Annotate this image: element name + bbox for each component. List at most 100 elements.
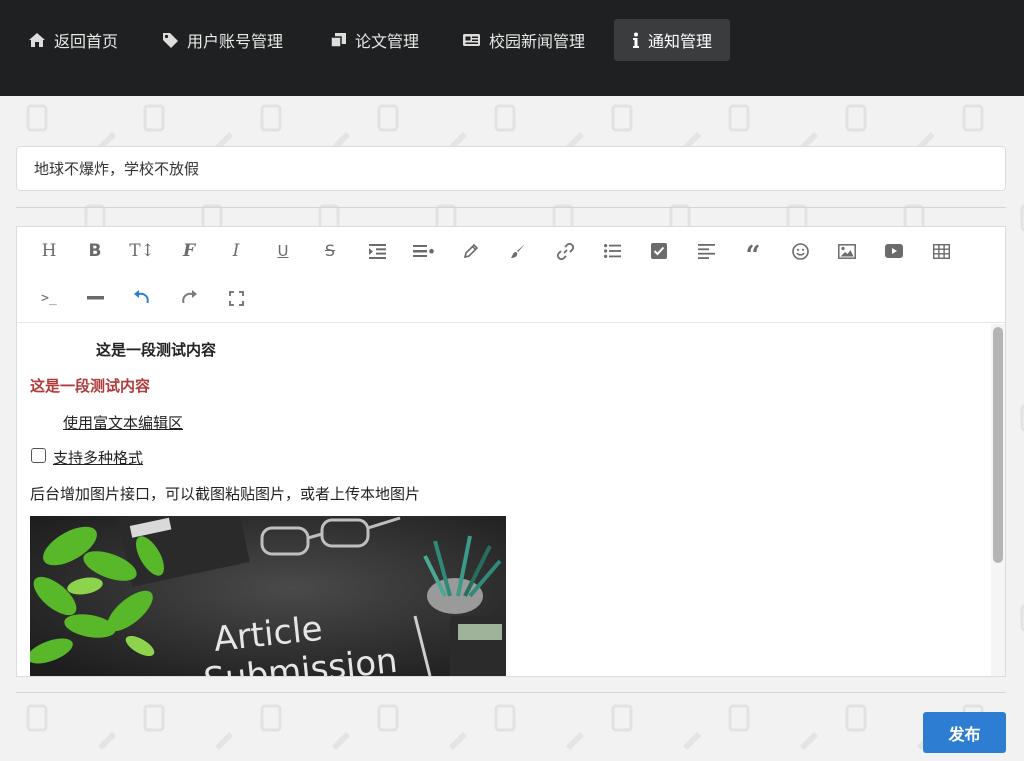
pattern-tablet-icon — [494, 704, 516, 732]
checkbox-icon — [651, 243, 667, 259]
nav-campus-news-label: 校园新闻管理 — [489, 32, 586, 51]
font-family-button[interactable]: F — [174, 236, 204, 266]
content-line-todo: 支持多种格式 — [53, 449, 144, 467]
text-size-icon: T↕ — [129, 240, 155, 261]
publish-button[interactable]: 发布 — [923, 712, 1006, 753]
editor-scrollbar-thumb[interactable] — [993, 327, 1003, 563]
pattern-tablet-icon — [728, 704, 750, 732]
background-color-button[interactable] — [503, 236, 533, 266]
pattern-pencil-icon — [800, 732, 818, 750]
table-icon — [932, 243, 950, 259]
line-height-button[interactable] — [409, 236, 439, 266]
indent-button[interactable] — [362, 236, 392, 266]
table-button[interactable] — [926, 236, 956, 266]
nav-user-accounts-label: 用户账号管理 — [187, 32, 284, 51]
pattern-tablet-icon — [143, 104, 165, 132]
underline-icon: U — [277, 241, 289, 260]
pattern-pencil-icon — [215, 732, 233, 750]
quote-icon: “ — [745, 241, 761, 271]
text-color-button[interactable] — [456, 236, 486, 266]
align-button[interactable] — [691, 236, 721, 266]
divider-button[interactable] — [80, 283, 110, 313]
notice-title-input[interactable] — [16, 146, 1006, 191]
pattern-tablet-icon — [845, 104, 867, 132]
pattern-pencil-icon — [332, 732, 350, 750]
pattern-pencil-icon — [683, 732, 701, 750]
newspaper-icon — [463, 34, 480, 46]
pattern-tablet-icon — [26, 104, 48, 132]
fullscreen-button[interactable] — [221, 283, 251, 313]
pattern-pencil-icon — [98, 732, 116, 750]
divider-top — [16, 207, 1006, 208]
pattern-tablet-icon — [377, 704, 399, 732]
content-line-underlined: 使用富文本编辑区 — [63, 414, 184, 432]
nav-home[interactable]: 返回首页 — [16, 19, 130, 61]
pattern-tablet-icon — [611, 104, 633, 132]
pattern-tablet-icon — [260, 104, 282, 132]
heading-button[interactable]: H — [34, 236, 64, 266]
line-height-icon — [413, 245, 434, 257]
paint-brush-icon — [511, 244, 525, 258]
pattern-tablet-icon — [26, 704, 48, 732]
emoticon-button[interactable] — [785, 236, 815, 266]
pattern-tablet-icon — [260, 704, 282, 732]
todo-checkbox[interactable] — [31, 448, 46, 463]
undo-button[interactable] — [127, 283, 157, 313]
horizontal-rule-icon — [86, 296, 104, 300]
editor-toolbar: H B T↕ F I U S “ >_ — [17, 227, 1005, 323]
pattern-tablet-icon — [377, 104, 399, 132]
list-button[interactable] — [597, 236, 627, 266]
redo-button[interactable] — [174, 283, 204, 313]
font-icon: F — [182, 240, 196, 261]
list-icon — [603, 244, 621, 258]
heading-icon: H — [41, 240, 57, 261]
underline-button[interactable]: U — [268, 236, 298, 266]
info-icon — [633, 32, 639, 48]
font-size-button[interactable]: T↕ — [127, 236, 157, 266]
nav-user-accounts[interactable]: 用户账号管理 — [150, 19, 295, 61]
home-icon — [29, 33, 45, 47]
nav-notifications-label: 通知管理 — [648, 32, 713, 51]
terminal-icon: >_ — [41, 290, 57, 306]
pattern-tablet-icon — [143, 704, 165, 732]
nav-campus-news[interactable]: 校园新闻管理 — [450, 19, 597, 61]
link-button[interactable] — [550, 236, 580, 266]
pattern-tablet-icon — [494, 104, 516, 132]
pattern-tablet-icon — [728, 104, 750, 132]
fullscreen-icon — [228, 290, 244, 306]
content-line-plain: 后台增加图片接口，可以截图粘贴图片，或者上传本地图片 — [30, 485, 421, 503]
content-line-bold: 这是一段测试内容 — [96, 341, 217, 359]
video-icon — [885, 244, 903, 258]
italic-icon: I — [232, 240, 240, 261]
pattern-tablet-icon — [845, 704, 867, 732]
nav-home-label: 返回首页 — [54, 32, 119, 51]
code-button[interactable]: >_ — [34, 283, 64, 313]
strikethrough-icon: S — [324, 241, 336, 260]
pattern-pencil-icon — [449, 732, 467, 750]
italic-button[interactable]: I — [221, 236, 251, 266]
pattern-tablet-icon — [611, 704, 633, 732]
tag-icon — [163, 32, 178, 48]
top-navbar: 返回首页 用户账号管理 论文管理 校园新闻管理 通知管理 — [0, 0, 1024, 96]
content-line-red: 这是一段测试内容 — [30, 377, 151, 395]
quote-button[interactable]: “ — [738, 236, 768, 271]
image-icon — [838, 243, 856, 259]
video-button[interactable] — [879, 236, 909, 266]
bold-icon: B — [88, 240, 102, 261]
nav-papers-label: 论文管理 — [355, 32, 420, 51]
pattern-tablet-icon — [962, 104, 984, 132]
undo-icon — [134, 290, 149, 304]
align-left-icon — [697, 243, 715, 259]
bold-button[interactable]: B — [80, 236, 110, 266]
editor-content[interactable]: 这是一段测试内容 这是一段测试内容 使用富文本编辑区 支持多种格式 后台增加图片… — [17, 324, 991, 676]
rich-text-editor: H B T↕ F I U S “ >_ 这是一段测试内容 这是一段测试内容 使用… — [16, 226, 1006, 677]
nav-papers[interactable]: 论文管理 — [318, 19, 431, 61]
divider-bottom — [16, 692, 1006, 693]
todo-button[interactable] — [644, 236, 674, 266]
article-image: Article Submission — [30, 516, 506, 676]
strikethrough-button[interactable]: S — [315, 236, 345, 266]
nav-notifications[interactable]: 通知管理 — [614, 19, 731, 61]
image-button[interactable] — [832, 236, 862, 266]
link-icon — [556, 242, 574, 260]
pencil-icon — [463, 243, 479, 259]
